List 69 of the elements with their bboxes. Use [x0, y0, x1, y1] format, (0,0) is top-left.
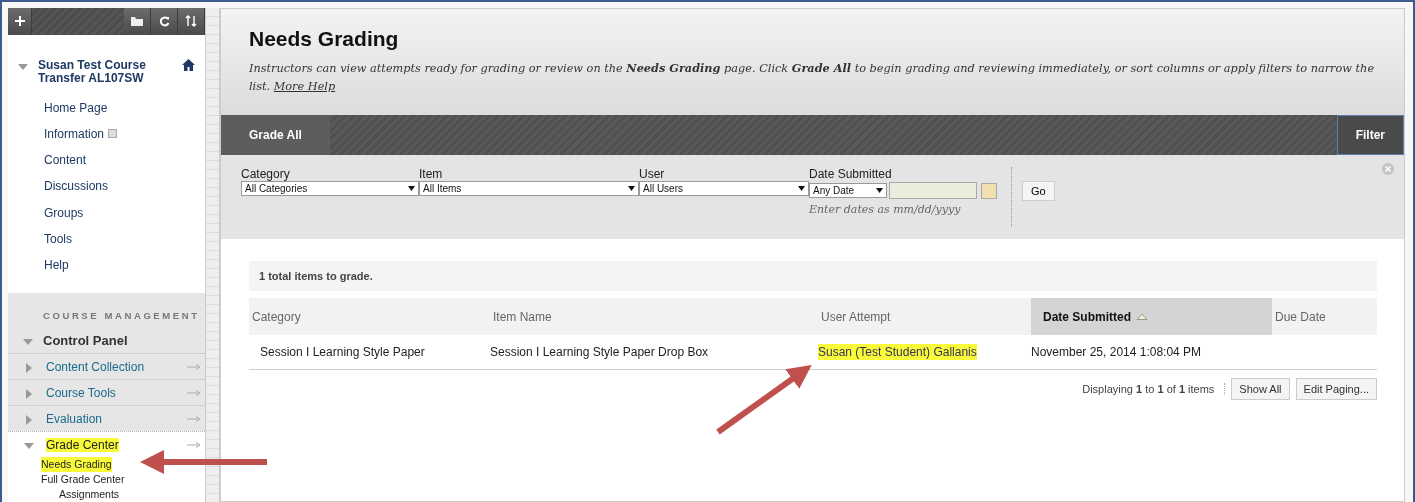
filter-label: User: [639, 167, 666, 181]
sort-icon: [185, 15, 198, 28]
collapse-icon[interactable]: [18, 61, 28, 72]
folder-icon: [131, 16, 144, 27]
column-header[interactable]: Item Name: [490, 298, 818, 335]
dropdown[interactable]: All Items: [419, 181, 639, 196]
paging-text: Displaying 1 to 1 of 1 items: [1082, 383, 1226, 395]
table-cell: Session I Learning Style Paper: [260, 345, 425, 359]
menu-item[interactable]: Information: [8, 120, 206, 147]
column-header[interactable]: Due Date: [1272, 298, 1377, 335]
arrow-icon[interactable]: [187, 389, 202, 396]
menu-item[interactable]: Discussions: [8, 173, 206, 200]
date-field[interactable]: [889, 182, 977, 199]
submenu-item[interactable]: Needs Grading: [41, 457, 112, 472]
hint-text: Enter dates as mm/dd/yyyy: [809, 203, 962, 216]
expand-icon[interactable]: [24, 389, 34, 399]
show-all-button[interactable]: Show All: [1231, 378, 1290, 400]
expand-icon[interactable]: [24, 415, 34, 425]
user-link[interactable]: Susan (Test Student) Gallanis: [818, 344, 977, 360]
menu-item[interactable]: Groups: [8, 199, 206, 226]
filter-button[interactable]: Filter: [1336, 115, 1404, 155]
summary-text: 1 total items to grade.: [249, 261, 1377, 291]
submenu-item[interactable]: Assignments: [59, 487, 120, 502]
edit-paging-button[interactable]: Edit Paging...: [1295, 378, 1377, 400]
menu-item[interactable]: Evaluation: [46, 411, 103, 426]
column-header[interactable]: Category: [249, 298, 490, 335]
page-title: Needs Grading: [249, 27, 400, 51]
calendar-icon[interactable]: [981, 182, 997, 199]
close-icon[interactable]: [1382, 163, 1394, 175]
dropdown[interactable]: All Users: [639, 181, 809, 196]
menu-item[interactable]: Tools: [8, 225, 206, 252]
course-title[interactable]: Susan Test Course Transfer AL107SW: [38, 58, 173, 85]
refresh-icon: [158, 15, 170, 27]
expand-icon[interactable]: [24, 363, 34, 373]
help-link[interactable]: More Help: [273, 80, 336, 93]
arrow-icon[interactable]: [187, 415, 202, 422]
column-header[interactable]: Date Submitted: [1031, 298, 1272, 335]
filter-label: Item: [419, 167, 444, 181]
caret-icon: [798, 186, 805, 191]
menu-item[interactable]: Content Collection: [46, 359, 145, 374]
menu-item[interactable]: Content: [8, 147, 206, 174]
arrow-icon[interactable]: [187, 363, 202, 370]
menu-item[interactable]: Grade Center: [46, 437, 119, 452]
dropdown[interactable]: Any Date: [809, 183, 887, 198]
go-button[interactable]: Go: [1022, 181, 1055, 201]
sort-up-icon: [1136, 313, 1148, 320]
filter-label: Category: [241, 167, 291, 181]
grade-all-button[interactable]: Grade All: [221, 115, 330, 155]
column-header[interactable]: User Attempt: [818, 298, 1031, 335]
collapse-icon[interactable]: [24, 441, 34, 451]
section-heading: COURSE MANAGEMENT: [42, 310, 201, 323]
caret-icon: [876, 188, 883, 193]
table-cell: November 25, 2014 1:08:04 PM: [1031, 345, 1202, 359]
submenu-item[interactable]: Full Grade Center: [41, 472, 125, 487]
plus-icon: [14, 16, 25, 27]
collapse-icon[interactable]: [23, 336, 33, 347]
home-icon[interactable]: [182, 58, 196, 71]
page-description: Instructors can view attempts ready for grading or review on the Needs Grading page. Click Grade All to begin grading and reviewing immediately, or sort columns or apply filters to narrow the list. More Help: [249, 60, 1376, 95]
arrow-icon[interactable]: [187, 441, 202, 448]
table-cell: Session I Learning Style Paper Drop Box: [490, 345, 709, 359]
menu-item[interactable]: Course Tools: [46, 385, 116, 400]
caret-icon: [408, 186, 415, 191]
dropdown[interactable]: All Categories: [241, 181, 419, 196]
filter-label: Date Submitted: [809, 167, 893, 181]
caret-icon: [628, 186, 635, 191]
menu-item[interactable]: Help: [8, 251, 206, 278]
control-panel-heading: Control Panel: [43, 332, 128, 348]
menu-item[interactable]: Home Page: [8, 94, 206, 121]
folder-icon: [108, 129, 118, 139]
